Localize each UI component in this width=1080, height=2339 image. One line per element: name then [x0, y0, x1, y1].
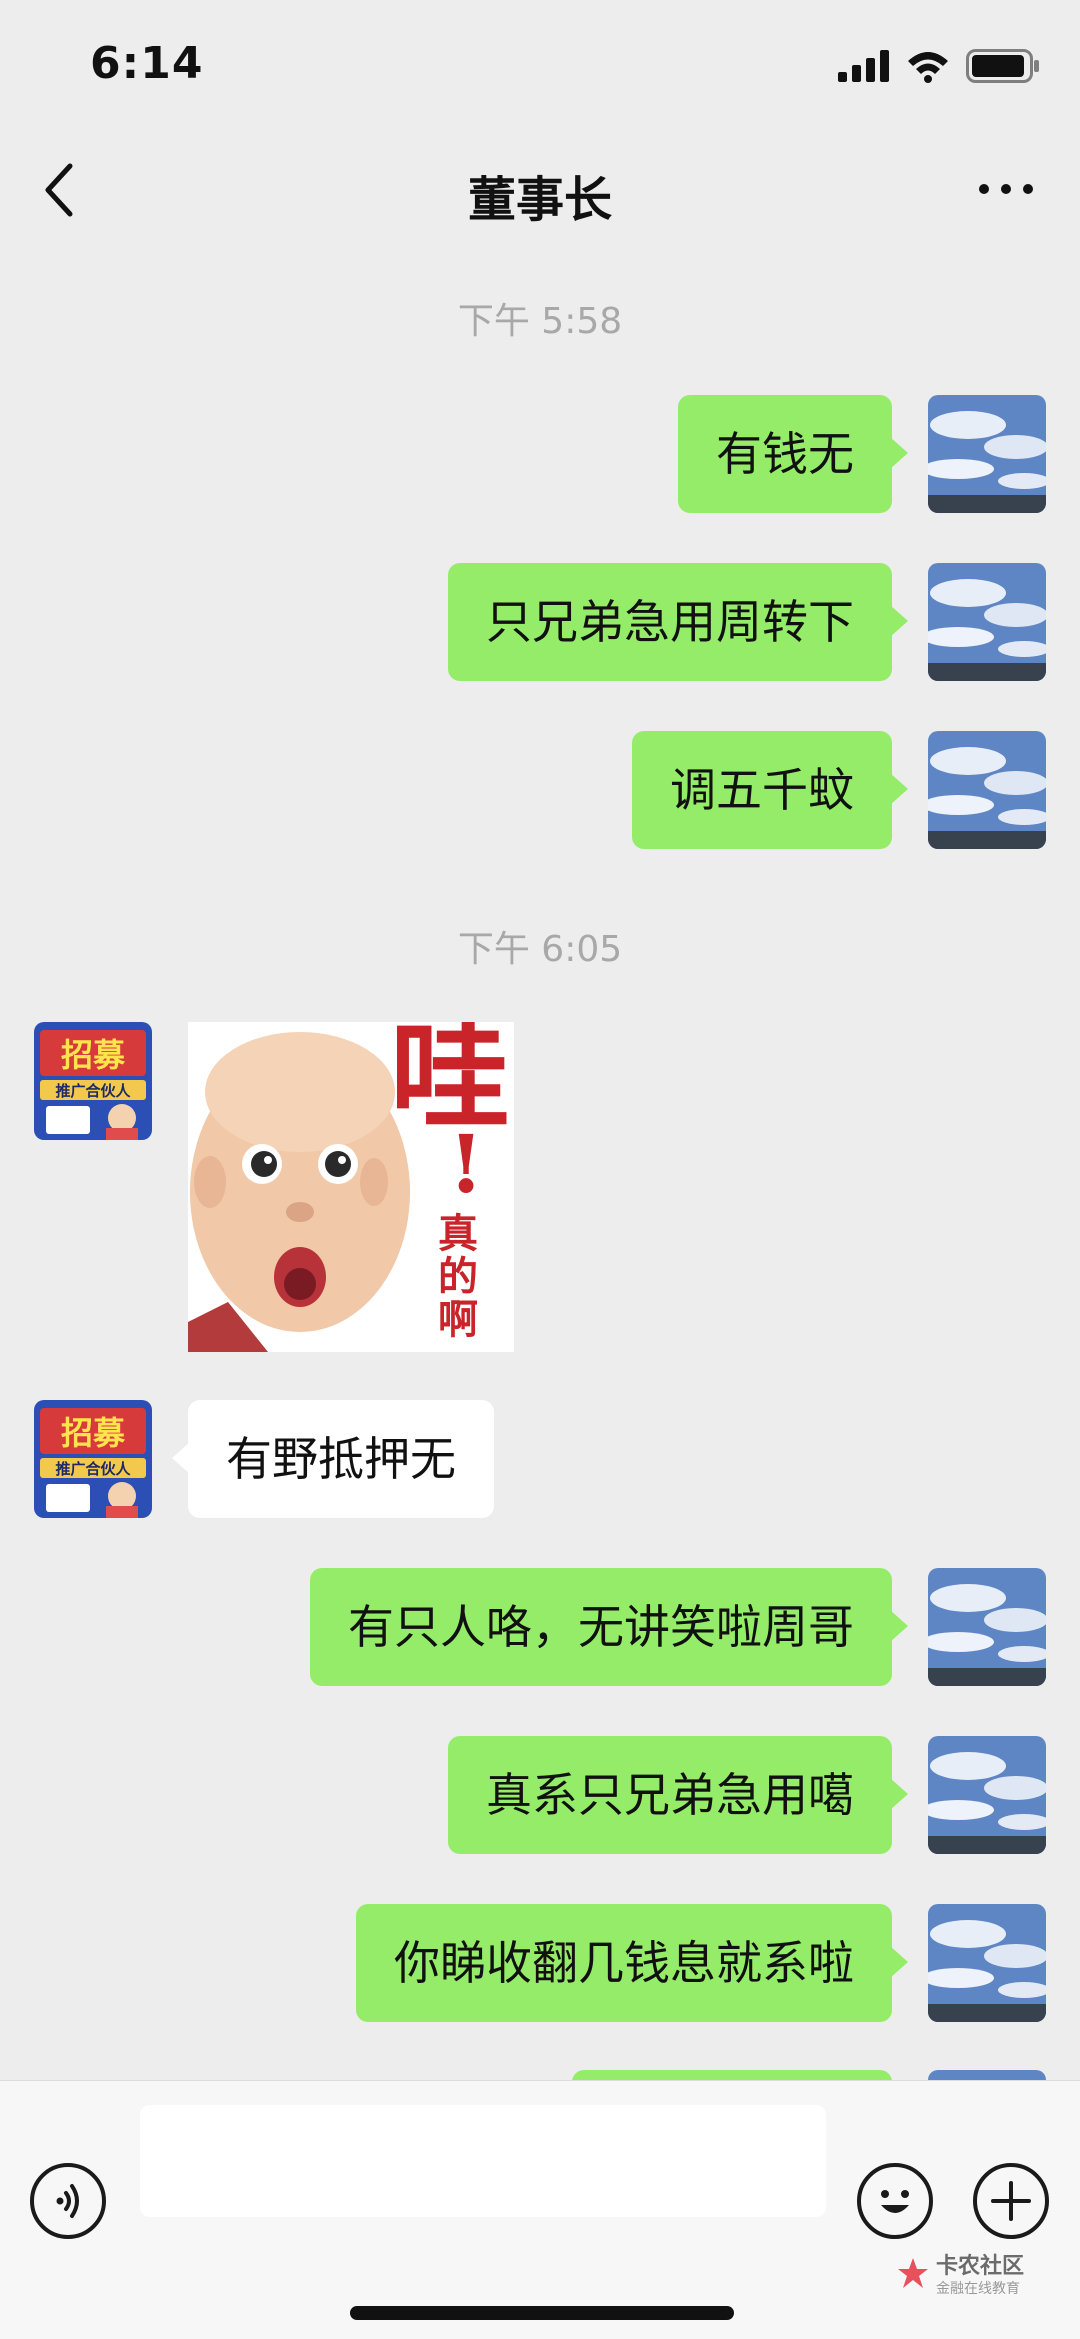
sky-avatar-image — [928, 395, 1046, 513]
chat-area[interactable]: 下午 5:58 有钱无 只兄弟急用周转下 调五千蚊 下午 6:05 招募 推广合… — [0, 252, 1080, 2080]
sticker-side-text: 真 — [438, 1211, 478, 1257]
emoji-icon — [881, 2190, 909, 2213]
sky-avatar-image — [928, 2070, 1046, 2080]
message-bubble-other[interactable]: 有野抵押无 — [172, 1400, 494, 1518]
avatar-top-text: 招募 — [61, 1414, 126, 1452]
sky-avatar-image — [928, 1568, 1046, 1686]
sticker-exclaim: ! — [448, 1117, 483, 1211]
message-input[interactable] — [140, 2105, 826, 2217]
plus-button[interactable] — [973, 2163, 1049, 2239]
watermark-sub: 金融在线教育 — [936, 2281, 1020, 2297]
sky-avatar-image — [928, 563, 1046, 681]
recruitment-poster-avatar: 招募 推广合伙人 — [34, 1022, 152, 1140]
self-avatar[interactable] — [928, 1904, 1046, 2022]
message-bubble-self[interactable]: 有只人咯，无讲笑啦周哥 — [310, 1568, 908, 1686]
self-avatar[interactable] — [928, 1568, 1046, 1686]
status-time: 6:14 — [90, 38, 204, 89]
sky-avatar-image — [928, 731, 1046, 849]
contact-avatar[interactable]: 招募 推广合伙人 — [34, 1022, 152, 1140]
voice-icon — [56, 2184, 79, 2218]
message-bubble-self[interactable]: 真系只兄弟急用噶 — [448, 1736, 908, 1854]
self-avatar[interactable] — [928, 1736, 1046, 1854]
sticker-side-text: 啊 — [438, 1297, 478, 1343]
avatar-sub-text: 推广合伙人 — [55, 1460, 131, 1478]
message-bubble-self-partial[interactable] — [572, 2070, 892, 2080]
avatar-sub-text: 推广合伙人 — [55, 1082, 131, 1100]
watermark-logo-icon — [898, 2258, 928, 2288]
sky-avatar-image — [928, 1904, 1046, 2022]
sticker-image[interactable]: 哇 ! 真 的 啊 — [188, 1022, 514, 1352]
message-bubble-self[interactable]: 调五千蚊 — [632, 731, 908, 849]
emoji-button[interactable] — [857, 2163, 933, 2239]
message-bubble-self[interactable]: 你睇收翻几钱息就系啦 — [356, 1904, 908, 2022]
contact-avatar[interactable]: 招募 推广合伙人 — [34, 1400, 152, 1518]
nav-bar: 董事长 — [0, 132, 1080, 252]
message-bubble-self[interactable]: 有钱无 — [678, 395, 908, 513]
recruitment-poster-avatar: 招募 推广合伙人 — [34, 1400, 152, 1518]
timestamp: 下午 6:05 — [457, 929, 623, 970]
status-icons — [838, 46, 1040, 86]
self-avatar[interactable] — [928, 563, 1046, 681]
home-indicator — [350, 2306, 734, 2320]
self-avatar[interactable] — [928, 2070, 1046, 2080]
surprised-baby-sticker: 哇 ! 真 的 啊 — [188, 1022, 514, 1352]
watermark: 卡农社区 金融在线教育 — [896, 2248, 1066, 2304]
plus-icon — [991, 2181, 1031, 2221]
chat-title: 董事长 — [467, 172, 612, 228]
timestamp: 下午 5:58 — [457, 301, 623, 342]
more-dots-icon — [979, 184, 1033, 194]
watermark-main: 卡农社区 — [936, 2254, 1025, 2279]
signal-icon — [838, 50, 889, 82]
sky-avatar-image — [928, 1736, 1046, 1854]
wifi-icon — [908, 52, 948, 83]
voice-button[interactable] — [30, 2163, 106, 2239]
avatar-top-text: 招募 — [61, 1036, 126, 1074]
self-avatar[interactable] — [928, 731, 1046, 849]
status-bar: 6:14 — [0, 0, 1080, 132]
more-button[interactable] — [976, 174, 1036, 204]
self-avatar[interactable] — [928, 395, 1046, 513]
sticker-side-text: 的 — [438, 1254, 478, 1300]
battery-icon — [966, 49, 1039, 83]
message-bubble-self[interactable]: 只兄弟急用周转下 — [448, 563, 908, 681]
